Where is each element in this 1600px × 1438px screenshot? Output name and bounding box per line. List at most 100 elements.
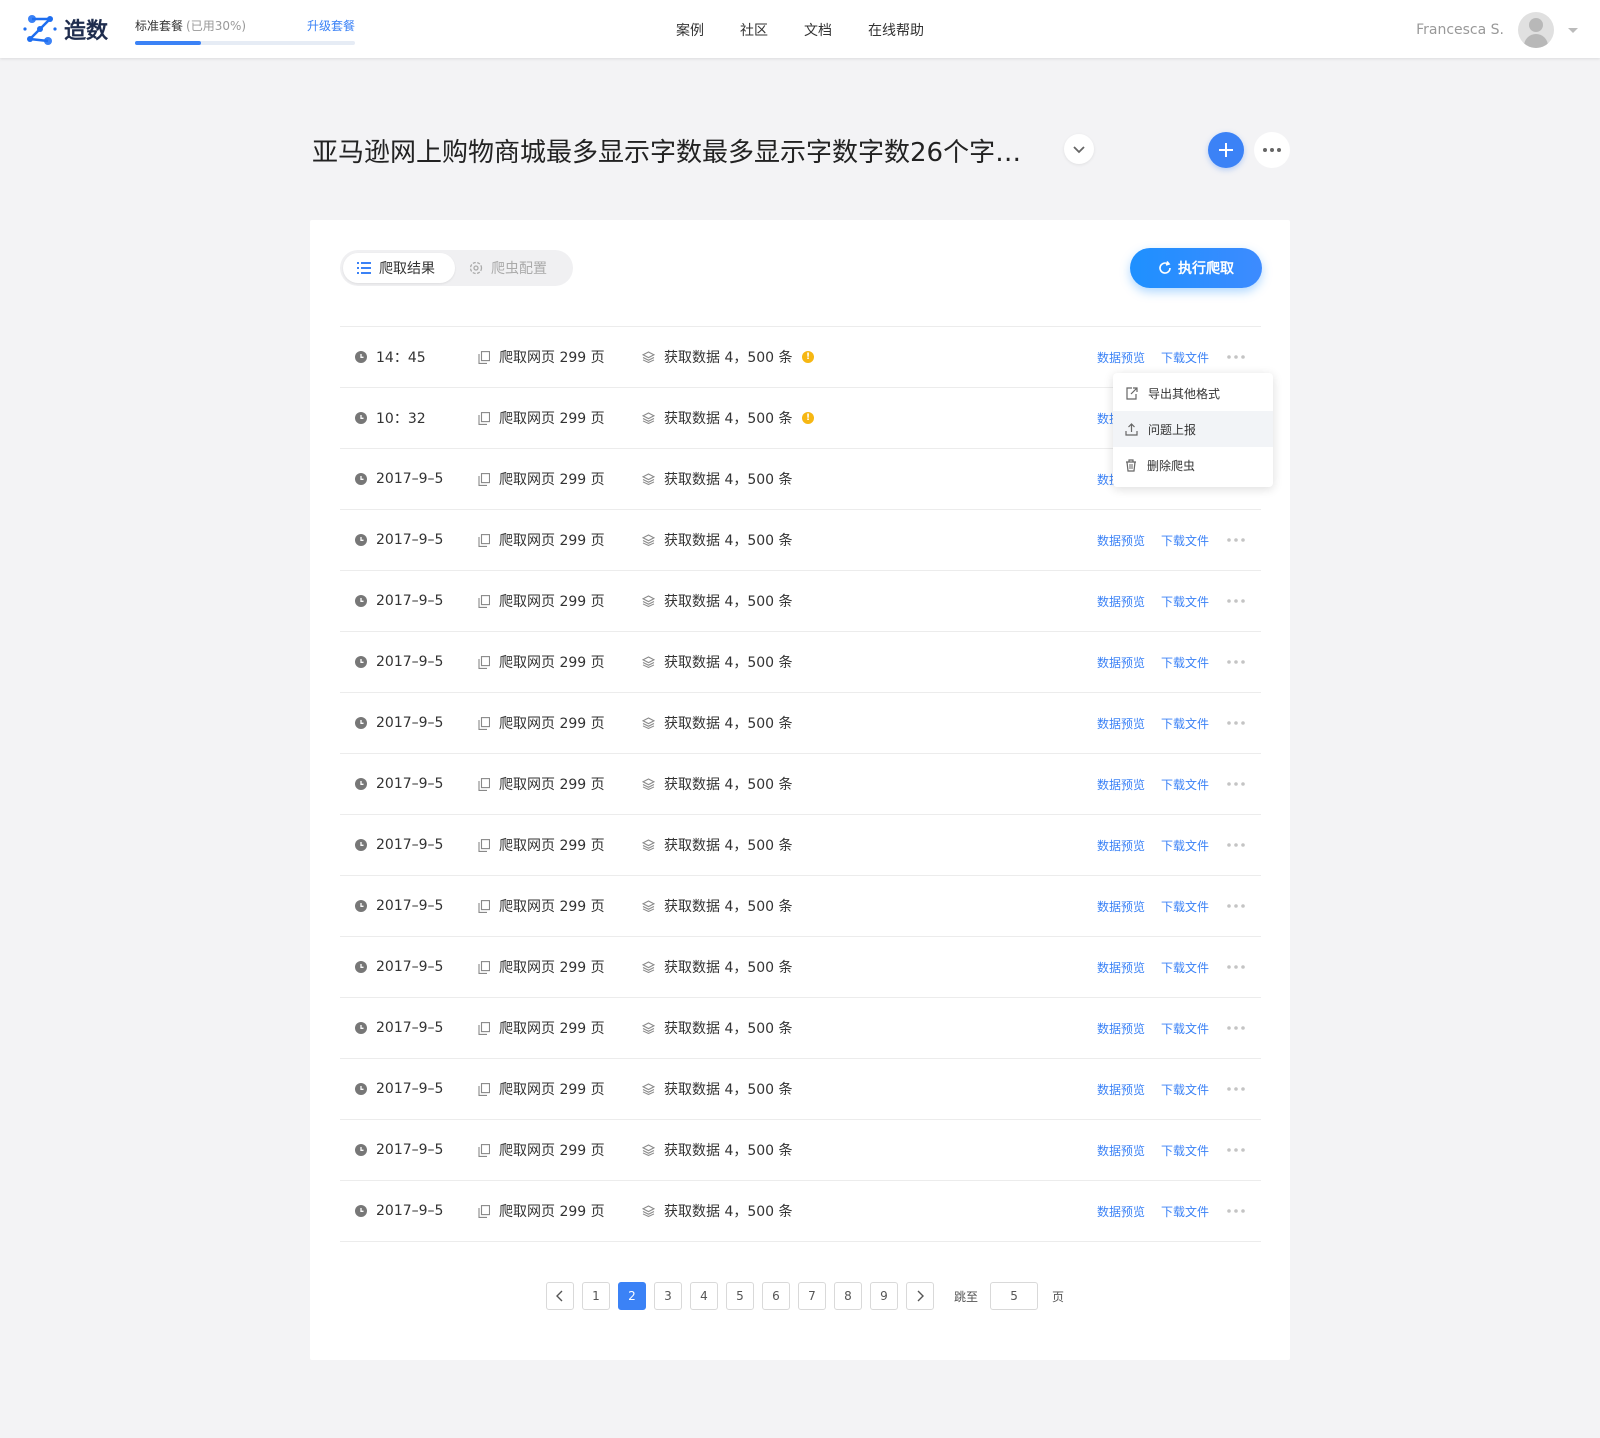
data-preview-link[interactable]: 数据预览 [1097,1080,1145,1098]
data-preview-link[interactable]: 数据预览 [1097,348,1145,366]
row-more-icon[interactable] [1227,958,1245,976]
nav-docs[interactable]: 文档 [804,20,832,40]
row-more-icon[interactable] [1227,531,1245,549]
plan-label: 标准套餐 (已用30%) [135,17,246,34]
page-icon [478,899,490,913]
logo[interactable]: 造数 [22,11,108,47]
page-button[interactable]: 9 [870,1282,898,1310]
download-file-link[interactable]: 下载文件 [1161,1019,1209,1037]
list-icon [357,262,371,274]
warning-icon[interactable]: ! [802,409,814,427]
menu-delete-crawler[interactable]: 删除爬虫 [1113,447,1273,483]
page-button[interactable]: 3 [654,1282,682,1310]
data-preview-link[interactable]: 数据预览 [1097,1141,1145,1159]
chevron-right-icon [917,1290,924,1302]
data-preview-link[interactable]: 数据预览 [1097,531,1145,549]
data-preview-link[interactable]: 数据预览 [1097,1019,1145,1037]
layers-icon [642,473,655,485]
table-row: 2017–9–5 爬取网页 299 页 获取数据 4，500 条 数据预览下载文件 [340,571,1261,632]
row-more-icon[interactable] [1227,775,1245,793]
row-more-icon[interactable] [1227,836,1245,854]
download-file-link[interactable]: 下载文件 [1161,653,1209,671]
row-pages: 爬取网页 299 页 [478,714,605,732]
clock-icon [355,595,367,607]
download-file-link[interactable]: 下载文件 [1161,775,1209,793]
row-data: 获取数据 4，500 条 [642,348,793,366]
download-file-link[interactable]: 下载文件 [1161,531,1209,549]
row-pages: 爬取网页 299 页 [478,775,605,793]
download-file-link[interactable]: 下载文件 [1161,1080,1209,1098]
chevron-down-icon[interactable] [1568,27,1578,33]
download-file-link[interactable]: 下载文件 [1161,1202,1209,1220]
row-time: 14：45 [355,348,426,366]
row-time-text: 2017–9–5 [376,776,444,792]
download-file-link[interactable]: 下载文件 [1161,714,1209,732]
page-button[interactable]: 4 [690,1282,718,1310]
tab-config[interactable]: 爬虫配置 [455,253,561,283]
nav-help[interactable]: 在线帮助 [868,20,924,40]
row-pages: 爬取网页 299 页 [478,1080,605,1098]
run-crawl-button[interactable]: 执行爬取 [1130,248,1262,288]
next-page-button[interactable] [906,1282,934,1310]
download-file-link[interactable]: 下载文件 [1161,592,1209,610]
more-options-button[interactable] [1254,132,1290,168]
menu-export-other-formats[interactable]: 导出其他格式 [1113,375,1273,411]
row-more-icon[interactable] [1227,1019,1245,1037]
row-time-text: 14：45 [376,350,426,366]
page-button[interactable]: 6 [762,1282,790,1310]
download-file-link[interactable]: 下载文件 [1161,897,1209,915]
row-data-text: 获取数据 4，500 条 [664,716,793,732]
project-switch-button[interactable] [1064,134,1094,164]
data-preview-link[interactable]: 数据预览 [1097,775,1145,793]
row-time: 2017–9–5 [355,653,443,671]
data-preview-link[interactable]: 数据预览 [1097,714,1145,732]
export-icon [1126,386,1138,400]
page-button[interactable]: 8 [834,1282,862,1310]
menu-report-issue[interactable]: 问题上报 [1113,411,1273,447]
nav-community[interactable]: 社区 [740,20,768,40]
row-more-icon[interactable] [1227,897,1245,915]
row-pages: 爬取网页 299 页 [478,409,605,427]
nav-cases[interactable]: 案例 [676,20,704,40]
layers-icon [642,595,655,607]
row-more-icon[interactable] [1227,714,1245,732]
row-data-text: 获取数据 4，500 条 [664,777,793,793]
row-pages-text: 爬取网页 299 页 [499,655,605,671]
clock-icon [355,534,367,546]
row-time-text: 2017–9–5 [376,837,444,853]
jump-page-input[interactable] [990,1282,1039,1310]
data-preview-link[interactable]: 数据预览 [1097,836,1145,854]
tab-results[interactable]: 爬取结果 [343,253,455,283]
user-menu[interactable]: Francesca S. [1416,12,1578,48]
download-file-link[interactable]: 下载文件 [1161,836,1209,854]
data-preview-link[interactable]: 数据预览 [1097,653,1145,671]
warning-icon[interactable]: ! [802,348,814,366]
avatar[interactable] [1518,12,1554,48]
row-more-icon[interactable] [1227,1202,1245,1220]
add-button[interactable] [1208,132,1244,168]
data-preview-link[interactable]: 数据预览 [1097,592,1145,610]
upgrade-plan-link[interactable]: 升级套餐 [307,17,355,34]
page-button[interactable]: 1 [582,1282,610,1310]
page-button[interactable]: 2 [618,1282,646,1310]
row-pages-text: 爬取网页 299 页 [499,472,605,488]
download-file-link[interactable]: 下载文件 [1161,958,1209,976]
row-data-text: 获取数据 4，500 条 [664,1021,793,1037]
page-button[interactable]: 5 [726,1282,754,1310]
download-file-link[interactable]: 下载文件 [1161,348,1209,366]
prev-page-button[interactable] [546,1282,574,1310]
row-more-icon[interactable] [1227,592,1245,610]
data-preview-link[interactable]: 数据预览 [1097,897,1145,915]
data-preview-link[interactable]: 数据预览 [1097,1202,1145,1220]
row-data-text: 获取数据 4，500 条 [664,350,793,366]
row-more-icon[interactable] [1227,1080,1245,1098]
row-more-icon[interactable] [1227,1141,1245,1159]
download-file-link[interactable]: 下载文件 [1161,1141,1209,1159]
plus-icon [1219,143,1233,157]
row-more-icon[interactable] [1227,348,1245,366]
row-time-text: 2017–9–5 [376,1203,444,1219]
page-button[interactable]: 7 [798,1282,826,1310]
layers-icon [642,961,655,973]
row-more-icon[interactable] [1227,653,1245,671]
data-preview-link[interactable]: 数据预览 [1097,958,1145,976]
